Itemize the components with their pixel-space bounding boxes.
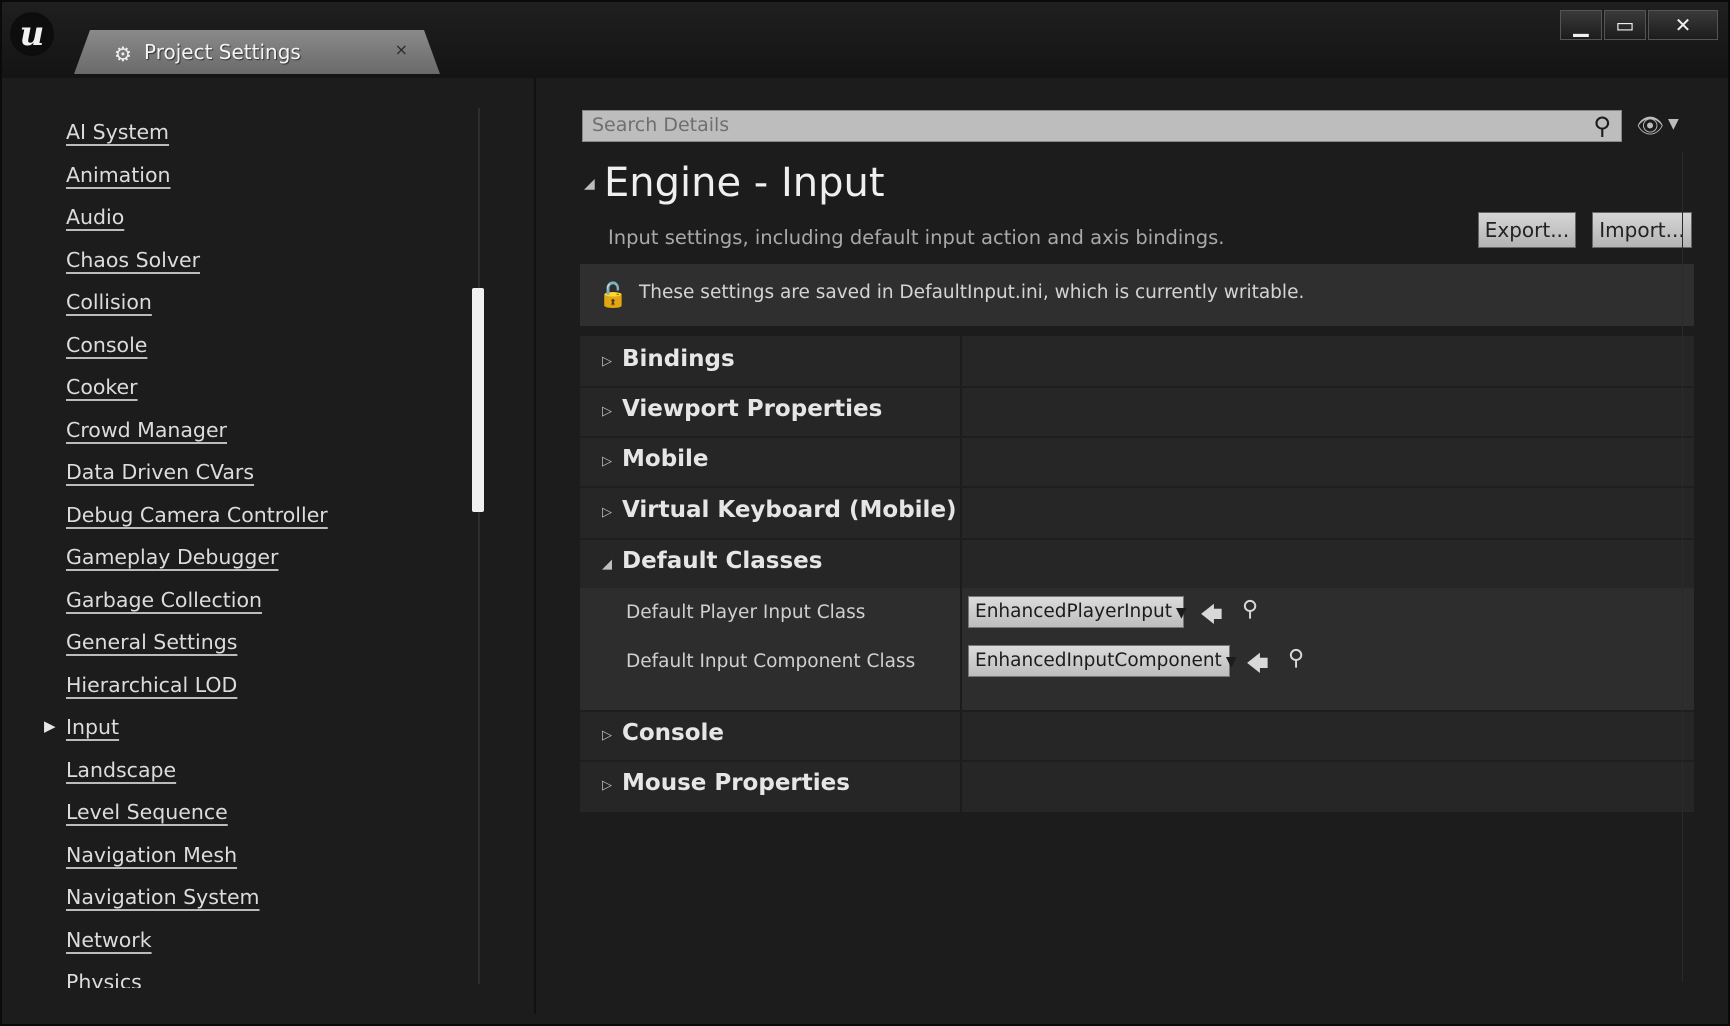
sidebar-item-chaos-solver[interactable]: Chaos Solver — [66, 248, 200, 272]
use-selected-arrow-icon[interactable]: 🡄 — [1246, 647, 1269, 685]
default-player-input-class-dropdown[interactable]: EnhancedPlayerInput ▼ — [968, 596, 1187, 628]
search-icon[interactable]: ⚲ — [1593, 112, 1611, 140]
sidebar-item-input[interactable]: Input — [66, 715, 119, 739]
chevron-down-icon: ▼ — [1225, 654, 1237, 670]
sidebar-item-collision[interactable]: Collision — [66, 290, 152, 314]
chevron-down-icon: ▼ — [1175, 605, 1187, 621]
sidebar-item-debug-camera-controller[interactable]: Debug Camera Controller — [66, 503, 328, 527]
section-mobile[interactable]: Mobile — [622, 446, 709, 472]
close-button[interactable]: ✕ — [1648, 10, 1718, 40]
sidebar-item-navigation-system[interactable]: Navigation System — [66, 885, 260, 909]
row-divider — [580, 486, 1694, 488]
row-divider — [580, 760, 1694, 762]
title-bar: u ⚙ Project Settings × ▁ ▭ ✕ — [2, 2, 1728, 78]
expand-arrow-icon[interactable]: ▷ — [602, 505, 612, 520]
sidebar-scrollbar-thumb[interactable] — [472, 288, 484, 512]
search-placeholder: Search Details — [592, 114, 730, 136]
dropdown-value: EnhancedPlayerInput — [975, 601, 1172, 622]
browse-search-icon[interactable]: ⚲ — [1242, 597, 1258, 622]
page-title: Engine - Input — [604, 160, 885, 206]
sidebar-item-gameplay-debugger[interactable]: Gameplay Debugger — [66, 545, 278, 569]
notice-text: These settings are saved in DefaultInput… — [639, 282, 1305, 303]
sidebar-item-hierarchical-lod[interactable]: Hierarchical LOD — [66, 673, 237, 697]
export-button[interactable]: Export... — [1478, 212, 1576, 248]
selected-arrow-icon: ▶ — [44, 717, 56, 735]
page-subtitle: Input settings, including default input … — [608, 226, 1225, 249]
use-selected-arrow-icon[interactable]: 🡄 — [1200, 598, 1223, 636]
sidebar-item-network[interactable]: Network — [66, 928, 152, 952]
row-divider — [580, 386, 1694, 388]
section-console[interactable]: Console — [622, 720, 724, 746]
eye-icon[interactable]: 👁 — [1636, 114, 1664, 139]
writable-notice: 🔓 These settings are saved in DefaultInp… — [580, 264, 1694, 326]
gear-icon: ⚙ — [114, 42, 132, 66]
unlocked-icon: 🔓 — [598, 281, 628, 309]
section-mouse-properties[interactable]: Mouse Properties — [622, 770, 850, 796]
default-player-input-class-label: Default Player Input Class — [626, 602, 866, 623]
default-input-component-class-dropdown[interactable]: EnhancedInputComponent ▼ — [968, 645, 1237, 677]
collapse-arrow-icon[interactable]: ◢ — [602, 557, 612, 572]
unreal-logo-icon: u — [10, 12, 54, 56]
row-divider — [580, 436, 1694, 438]
sidebar-item-data-driven-cvars[interactable]: Data Driven CVars — [66, 460, 254, 484]
row-divider — [580, 538, 1694, 540]
browse-search-icon[interactable]: ⚲ — [1288, 646, 1304, 671]
dropdown-value: EnhancedInputComponent — [975, 650, 1222, 671]
sidebar-item-cooker[interactable]: Cooker — [66, 375, 138, 399]
window-controls: ▁ ▭ ✕ — [1560, 10, 1718, 40]
chevron-down-icon[interactable]: ▼ — [1668, 116, 1679, 132]
minimize-button[interactable]: ▁ — [1560, 10, 1602, 40]
expand-arrow-icon[interactable]: ▷ — [602, 354, 612, 369]
project-settings-window: u ⚙ Project Settings × ▁ ▭ ✕ AI System A… — [0, 0, 1730, 1026]
panel-splitter[interactable] — [534, 78, 536, 1014]
section-virtual-keyboard-mobile[interactable]: Virtual Keyboard (Mobile) — [622, 497, 957, 523]
expand-arrow-icon[interactable]: ▷ — [602, 404, 612, 419]
maximize-button[interactable]: ▭ — [1604, 10, 1646, 40]
tab-project-settings[interactable]: ⚙ Project Settings × — [74, 30, 440, 74]
default-input-component-class-label: Default Input Component Class — [626, 651, 916, 672]
tab-label: Project Settings — [144, 40, 301, 64]
column-divider[interactable] — [960, 336, 962, 812]
sidebar-item-physics[interactable]: Physics — [66, 970, 142, 988]
sidebar-item-audio[interactable]: Audio — [66, 205, 124, 229]
sidebar-item-landscape[interactable]: Landscape — [66, 758, 176, 782]
sidebar-item-general-settings[interactable]: General Settings — [66, 630, 237, 654]
details-scroll-track — [1682, 152, 1683, 982]
search-details-input[interactable]: Search Details ⚲ — [582, 110, 1622, 142]
expand-arrow-icon[interactable]: ▷ — [602, 728, 612, 743]
expand-arrow-icon[interactable]: ▷ — [602, 454, 612, 469]
section-viewport-properties[interactable]: Viewport Properties — [622, 396, 882, 422]
sidebar-item-ai-system[interactable]: AI System — [66, 120, 169, 144]
sidebar-item-garbage-collection[interactable]: Garbage Collection — [66, 588, 262, 612]
tab-close-icon[interactable]: × — [395, 40, 408, 59]
sidebar-item-level-sequence[interactable]: Level Sequence — [66, 800, 228, 824]
section-bindings[interactable]: Bindings — [622, 346, 735, 372]
row-divider — [580, 710, 1694, 712]
sidebar-item-console[interactable]: Console — [66, 333, 147, 357]
section-default-classes[interactable]: Default Classes — [622, 548, 822, 574]
sidebar-scroll-track — [478, 108, 480, 984]
expand-arrow-icon[interactable]: ▷ — [602, 778, 612, 793]
sidebar-item-navigation-mesh[interactable]: Navigation Mesh — [66, 843, 237, 867]
sidebar-item-animation[interactable]: Animation — [66, 163, 171, 187]
sidebar-item-crowd-manager[interactable]: Crowd Manager — [66, 418, 227, 442]
collapse-arrow-icon[interactable]: ◢ — [584, 176, 595, 192]
import-button[interactable]: Import... — [1592, 212, 1692, 248]
